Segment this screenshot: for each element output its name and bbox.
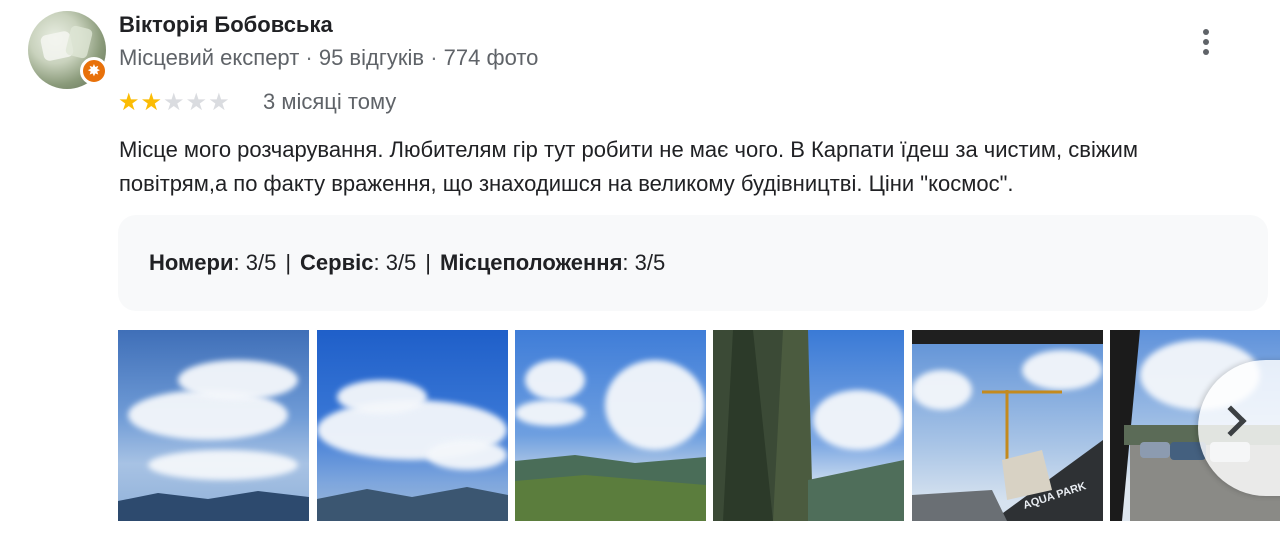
reviewer-photo-count: 774 фото <box>443 45 539 70</box>
more-options-icon[interactable] <box>1190 24 1222 60</box>
review-date: 3 місяці тому <box>263 89 397 114</box>
more-dot <box>1203 49 1209 55</box>
review-text: Місце мого розчарування. Любителям гір т… <box>119 137 1138 196</box>
star-icon: ★ <box>185 88 208 116</box>
rating-value-service: : 3/5 <box>373 250 417 275</box>
reviewer-role: Місцевий експерт <box>119 45 300 70</box>
more-dot <box>1203 39 1209 45</box>
rating-separator: | <box>285 250 292 275</box>
star-icon: ★ <box>163 88 185 116</box>
reviewer-meta[interactable]: Місцевий експерт · 95 відгуків · 774 фот… <box>119 45 538 71</box>
rating-value-location: : 3/5 <box>622 250 666 275</box>
meta-separator: · <box>430 45 438 70</box>
reviewer-name[interactable]: Вікторія Бобовська <box>119 12 333 38</box>
review-photo-2[interactable] <box>317 330 508 521</box>
star-icon: ★ <box>140 88 163 116</box>
rating-label-location: Місцеположення <box>440 250 623 275</box>
review-photo-3[interactable] <box>515 330 706 521</box>
rating-separator: | <box>425 250 432 275</box>
category-ratings: Номери: 3/5 | Сервіс: 3/5 | Місцеположення: … <box>118 215 1268 311</box>
category-ratings-line: Номери: 3/5 | Сервіс: 3/5 | Місцеположення: … <box>149 250 665 276</box>
star-rating: ★ ★ ★ ★ ★ <box>118 88 230 116</box>
review-photo-4[interactable] <box>713 330 904 521</box>
star-icon: ★ <box>118 88 140 116</box>
review-photo-1[interactable] <box>118 330 309 521</box>
more-dot <box>1203 29 1209 35</box>
rating-label-service: Сервіс <box>300 250 374 275</box>
reviewer-avatar[interactable]: ✸ <box>28 11 108 89</box>
rating-label-rooms: Номери <box>149 250 234 275</box>
meta-separator: · <box>305 45 313 70</box>
review-photo-5[interactable]: AQUA PARK <box>912 330 1103 521</box>
rating-value-rooms: : 3/5 <box>233 250 277 275</box>
star-icon: ★ <box>208 88 230 116</box>
reviewer-review-count: 95 відгуків <box>318 45 425 70</box>
local-guide-badge-icon: ✸ <box>80 57 108 85</box>
chevron-right-icon <box>1215 405 1247 437</box>
